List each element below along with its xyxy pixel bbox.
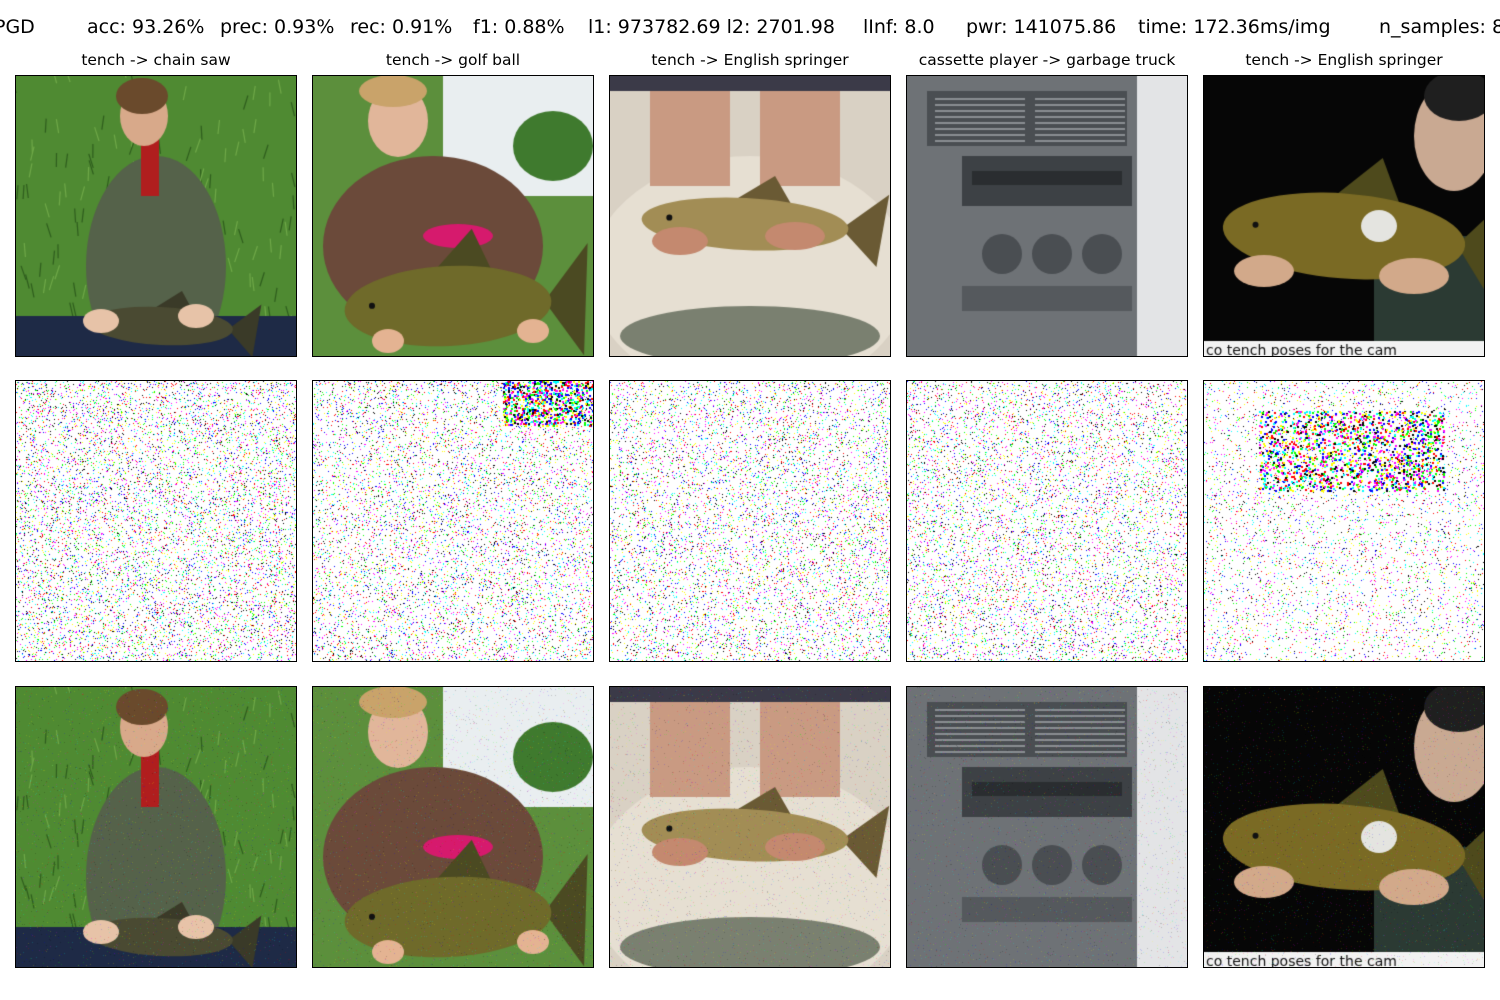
accuracy-metric: acc: 93.26% (87, 16, 205, 38)
adversarial-image-2 (312, 686, 594, 968)
linf-metric: lInf: 8.0 (863, 16, 935, 38)
precision-metric: prec: 0.93% (220, 16, 335, 38)
column-title-5: tench -> English springer (1245, 51, 1443, 69)
original-canvas-5 (1204, 76, 1484, 356)
l1-l2-metric: l1: 973782.69 l2: 2701.98 (588, 16, 835, 38)
original-canvas-3 (610, 76, 890, 356)
adversarial-image-3 (609, 686, 891, 968)
column-title-1: tench -> chain saw (81, 51, 231, 69)
perturbation-image-5 (1203, 380, 1485, 662)
adversarial-image-4 (906, 686, 1188, 968)
perturbation-canvas-4 (907, 381, 1187, 661)
original-canvas-4 (907, 76, 1187, 356)
perturbation-image-4 (906, 380, 1188, 662)
adversarial-canvas-4 (907, 687, 1187, 967)
metrics-header: PGD acc: 93.26% prec: 0.93% rec: 0.91% f… (0, 16, 1500, 42)
f1-metric: f1: 0.88% (473, 16, 565, 38)
original-canvas-2 (313, 76, 593, 356)
perturbation-image-3 (609, 380, 891, 662)
column-title-2: tench -> golf ball (385, 51, 521, 69)
perturbation-canvas-2 (313, 381, 593, 661)
original-image-4 (906, 75, 1188, 357)
original-canvas-1 (16, 76, 296, 356)
original-image-3 (609, 75, 891, 357)
n-samples-metric: n_samples: 8 (1379, 16, 1500, 38)
original-image-2 (312, 75, 594, 357)
adversarial-canvas-3 (610, 687, 890, 967)
perturbation-canvas-5 (1204, 381, 1484, 661)
column-title-3: tench -> English springer (651, 51, 849, 69)
perturbation-image-1 (15, 380, 297, 662)
adversarial-canvas-5 (1204, 687, 1484, 967)
original-image-1 (15, 75, 297, 357)
perturbation-canvas-3 (610, 381, 890, 661)
method-label: PGD (0, 16, 35, 38)
adversarial-image-5 (1203, 686, 1485, 968)
time-metric: time: 172.36ms/img (1138, 16, 1331, 38)
adversarial-canvas-1 (16, 687, 296, 967)
adversarial-canvas-2 (313, 687, 593, 967)
adversarial-image-1 (15, 686, 297, 968)
perturbation-image-2 (312, 380, 594, 662)
original-image-5 (1203, 75, 1485, 357)
column-title-4: cassette player -> garbage truck (918, 51, 1176, 69)
perturbation-canvas-1 (16, 381, 296, 661)
power-metric: pwr: 141075.86 (966, 16, 1117, 38)
recall-metric: rec: 0.91% (350, 16, 453, 38)
